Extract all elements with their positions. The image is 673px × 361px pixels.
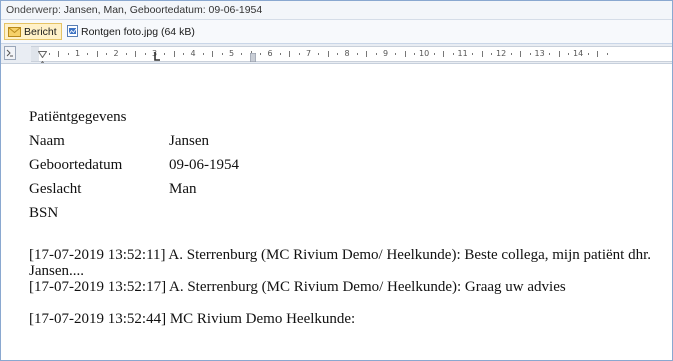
subject-value: Jansen, Man, Geboortedatum: 09-06-1954 bbox=[63, 4, 263, 16]
ruler-tick bbox=[289, 51, 291, 57]
tab-attachment-label: Rontgen foto.jpg (64 kB) bbox=[81, 26, 195, 38]
field-value-naam: Jansen bbox=[169, 133, 209, 149]
ruler-dot bbox=[144, 53, 146, 55]
message-window: Onderwerp: Jansen, Man, Geboortedatum: 0… bbox=[0, 0, 673, 361]
image-file-icon bbox=[67, 25, 78, 43]
field-label-naam: Naam bbox=[29, 133, 65, 149]
chat-message: [17-07-2019 13:52:11] A. Sterrenburg (MC… bbox=[29, 247, 651, 279]
ruler-dot bbox=[337, 53, 339, 55]
ruler-dot bbox=[356, 53, 358, 55]
field-label-geboortedatum: Geboortedatum bbox=[29, 157, 123, 173]
ruler-tab-selector-icon[interactable] bbox=[4, 46, 16, 63]
ruler[interactable]: 1 2 3 4 5 6 7 8 9 10 11 12 13 14 bbox=[1, 44, 672, 64]
envelope-icon bbox=[8, 26, 21, 43]
ruler-number: 8 bbox=[344, 49, 350, 58]
attachment-tabs: Bericht Rontgen foto.jpg (64 kB) bbox=[1, 20, 672, 44]
ruler-dot bbox=[491, 53, 493, 55]
ruler-tick bbox=[58, 51, 60, 57]
column-marker-icon[interactable] bbox=[249, 49, 257, 63]
tab-attachment-rontgen[interactable]: Rontgen foto.jpg (64 kB) bbox=[63, 23, 200, 40]
tab-bericht[interactable]: Bericht bbox=[4, 23, 62, 40]
ruler-dot bbox=[125, 53, 127, 55]
field-label-bsn: BSN bbox=[29, 205, 59, 221]
field-value-geslacht: Man bbox=[169, 181, 197, 197]
ruler-dot bbox=[606, 53, 608, 55]
ruler-number: 4 bbox=[190, 49, 196, 58]
ruler-number: 6 bbox=[267, 49, 273, 58]
chat-message: [17-07-2019 13:52:44] MC Rivium Demo Hee… bbox=[29, 311, 356, 327]
ruler-tick bbox=[173, 51, 175, 57]
ruler-dot bbox=[298, 53, 300, 55]
ruler-number: 11 bbox=[457, 49, 468, 58]
ruler-dot bbox=[529, 53, 531, 55]
subject-label: Onderwerp: bbox=[6, 4, 61, 16]
ruler-dot bbox=[202, 53, 204, 55]
ruler-dot bbox=[395, 53, 397, 55]
ruler-tick bbox=[558, 51, 560, 57]
ruler-dot bbox=[318, 53, 320, 55]
ruler-dot bbox=[549, 53, 551, 55]
ruler-dot bbox=[221, 53, 223, 55]
ruler-dot bbox=[433, 53, 435, 55]
ruler-number: 9 bbox=[383, 49, 389, 58]
ruler-number: 14 bbox=[573, 49, 584, 58]
subject-bar: Onderwerp: Jansen, Man, Geboortedatum: 0… bbox=[1, 1, 672, 20]
hanging-indent-icon[interactable] bbox=[38, 55, 47, 63]
ruler-dot bbox=[48, 53, 50, 55]
ruler-strip: 1 2 3 4 5 6 7 8 9 10 11 12 13 14 bbox=[31, 46, 672, 62]
ruler-tick bbox=[366, 51, 368, 57]
field-label-geslacht: Geslacht bbox=[29, 181, 82, 197]
ruler-dot bbox=[279, 53, 281, 55]
ruler-dot bbox=[164, 53, 166, 55]
ruler-tick bbox=[212, 51, 214, 57]
message-body[interactable]: Patiëntgegevens Naam Jansen Geboortedatu… bbox=[1, 64, 672, 360]
chat-message: [17-07-2019 13:52:17] A. Sterrenburg (MC… bbox=[29, 279, 566, 295]
ruler-tick bbox=[481, 51, 483, 57]
ruler-dot bbox=[568, 53, 570, 55]
ruler-dot bbox=[510, 53, 512, 55]
ruler-tick bbox=[520, 51, 522, 57]
tab-stop-icon[interactable] bbox=[154, 48, 160, 63]
tab-bericht-label: Bericht bbox=[24, 26, 57, 38]
field-value-geboortedatum: 09-06-1954 bbox=[169, 157, 239, 173]
ruler-dot bbox=[587, 53, 589, 55]
ruler-dot bbox=[106, 53, 108, 55]
ruler-tick bbox=[135, 51, 137, 57]
ruler-number: 5 bbox=[229, 49, 235, 58]
ruler-tick bbox=[404, 51, 406, 57]
ruler-number: 10 bbox=[419, 49, 430, 58]
ruler-number: 13 bbox=[534, 49, 545, 58]
ruler-number: 7 bbox=[306, 49, 312, 58]
ruler-dot bbox=[183, 53, 185, 55]
patient-heading: Patiëntgegevens bbox=[29, 109, 127, 125]
ruler-dot bbox=[241, 53, 243, 55]
ruler-dot bbox=[67, 53, 69, 55]
ruler-tick bbox=[96, 51, 98, 57]
ruler-tick bbox=[327, 51, 329, 57]
ruler-number: 2 bbox=[113, 49, 119, 58]
ruler-number: 12 bbox=[496, 49, 507, 58]
ruler-dot bbox=[414, 53, 416, 55]
ruler-tick bbox=[443, 51, 445, 57]
ruler-dot bbox=[260, 53, 262, 55]
ruler-dot bbox=[87, 53, 89, 55]
ruler-dot bbox=[375, 53, 377, 55]
ruler-dot bbox=[452, 53, 454, 55]
ruler-dot bbox=[472, 53, 474, 55]
ruler-number: 1 bbox=[75, 49, 81, 58]
ruler-tick bbox=[597, 51, 599, 57]
